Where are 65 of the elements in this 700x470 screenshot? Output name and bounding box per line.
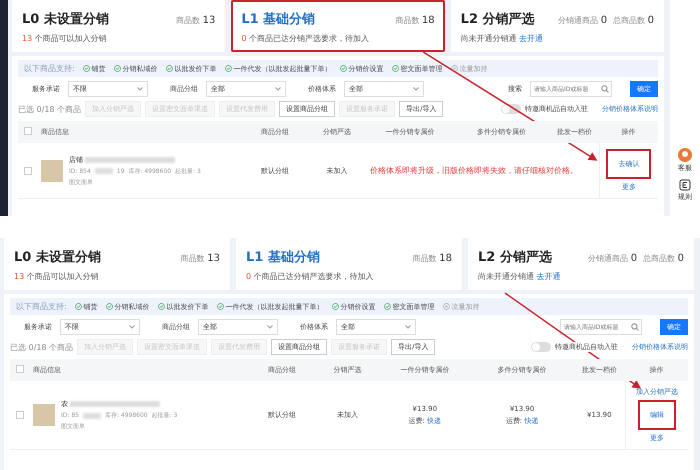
chevron-icon bbox=[413, 87, 419, 91]
chevron-icon bbox=[275, 87, 281, 91]
card-title: L1 基础分销 bbox=[241, 11, 316, 28]
card-title: L2 分销严选 bbox=[478, 249, 552, 266]
checkbox[interactable] bbox=[24, 166, 32, 174]
level-card[interactable]: L2 分销严选 分销通商品 0 总商品数 0 尚未开通分销通 去开通 bbox=[468, 238, 694, 290]
card-description: 0 个商品已达分销严选要求，待加入 bbox=[241, 33, 370, 44]
check-circle-icon bbox=[114, 65, 121, 72]
card-stat: 商品数 18 bbox=[395, 15, 435, 26]
level-card[interactable]: L0 未设置分销 商品数 13 13 个商品可以加入分销 bbox=[4, 238, 230, 290]
chevron-icon bbox=[129, 325, 135, 329]
checkbox[interactable] bbox=[24, 127, 32, 135]
selected-count: 已选 0/18 个商品 bbox=[18, 104, 82, 114]
level-card[interactable]: L0 未设置分销 商品数 13 13 个商品可以加入分销 bbox=[12, 0, 226, 52]
card-stat: 分销通商品 0 bbox=[588, 253, 638, 264]
card-title: L0 未设置分销 bbox=[22, 11, 109, 28]
card-description: 13 个商品可以加入分销 bbox=[22, 33, 108, 44]
check-circle-icon bbox=[82, 65, 90, 72]
support-label: 以下商品支持: bbox=[24, 63, 75, 74]
avatar-icon bbox=[678, 148, 692, 162]
check-circle-icon bbox=[106, 303, 113, 310]
check-circle-icon bbox=[224, 65, 232, 72]
support-label: 以下商品支持: bbox=[16, 301, 67, 312]
level-card[interactable]: L1 基础分销 商品数 18 0 个商品已达分销严选要求，待加入 bbox=[236, 238, 462, 290]
level-card[interactable]: L2 分销严选 分销通商品 0 总商品数 0 尚未开通分销通 去开通 bbox=[450, 0, 664, 52]
check-circle-icon bbox=[166, 65, 173, 72]
check-circle-icon bbox=[216, 303, 224, 310]
card-stat: 总商品数 0 bbox=[613, 15, 654, 26]
card-stat: 分销通商品 0 bbox=[558, 15, 608, 26]
check-circle-icon bbox=[340, 65, 347, 72]
card-title: L0 未设置分销 bbox=[14, 249, 101, 266]
toggle-switch[interactable] bbox=[531, 342, 551, 352]
card-description: 13 个商品可以加入分销 bbox=[14, 271, 100, 282]
photo-placeholder bbox=[41, 160, 63, 182]
card-title: L2 分销严选 bbox=[460, 11, 535, 28]
chevron-icon bbox=[405, 325, 411, 329]
cross-circle-icon bbox=[442, 303, 450, 310]
selected-count: 已选 0/18 个商品 bbox=[10, 342, 74, 352]
card-stat: 商品数 13 bbox=[176, 15, 216, 26]
card-description: 尚未开通分销通 去开通 bbox=[460, 33, 544, 44]
blurred-text bbox=[82, 412, 101, 418]
photo-placeholder bbox=[33, 404, 55, 426]
check-circle-icon bbox=[74, 303, 82, 310]
check-circle-icon bbox=[392, 65, 399, 72]
card-stat: 商品数 13 bbox=[180, 253, 220, 264]
price-warning: 价格体系即将升级，旧版价格即将失效，请仔细核对价格。 bbox=[366, 143, 599, 199]
open-link[interactable]: 去开通 bbox=[519, 34, 544, 43]
cross-circle-icon bbox=[450, 65, 458, 72]
check-circle-icon bbox=[384, 303, 391, 310]
level-card[interactable]: L1 基础分销 商品数 18 0 个商品已达分销严选要求，待加入 bbox=[231, 0, 445, 52]
blurred-text bbox=[94, 168, 113, 174]
search-icon bbox=[601, 85, 609, 93]
card-title: L1 基础分销 bbox=[246, 249, 320, 266]
checkbox[interactable] bbox=[16, 411, 24, 419]
search-icon bbox=[631, 323, 639, 331]
check-circle-icon bbox=[332, 303, 339, 310]
card-description: 0 个商品已达分销严选要求，待加入 bbox=[246, 271, 375, 282]
card-stat: 商品数 18 bbox=[412, 253, 452, 264]
check-circle-icon bbox=[158, 303, 165, 310]
card-stat: 总商品数 0 bbox=[643, 253, 684, 264]
card-description: 尚未开通分销通 去开通 bbox=[478, 271, 562, 282]
chevron-icon bbox=[267, 325, 273, 329]
checkbox[interactable] bbox=[16, 365, 24, 373]
open-link[interactable]: 去开通 bbox=[536, 272, 561, 281]
chevron-icon bbox=[137, 87, 143, 91]
